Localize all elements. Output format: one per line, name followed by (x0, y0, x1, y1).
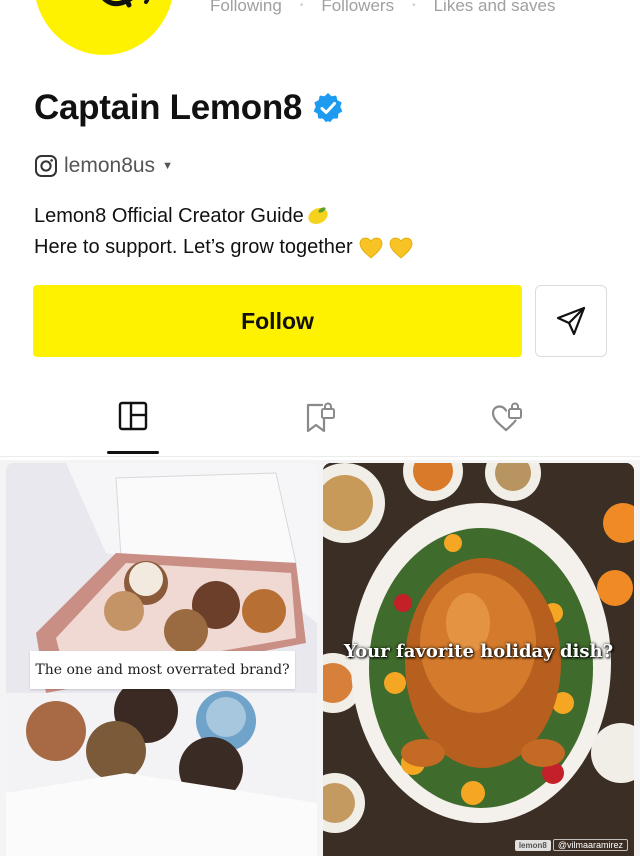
bio-line-1: Lemon8 Official Creator Guide (34, 205, 304, 227)
active-tab-indicator (107, 451, 159, 454)
yellow-heart-icon (389, 237, 413, 259)
stat-separator: • (412, 0, 416, 11)
lemon8-watermark-logo: lemon8 (514, 839, 551, 851)
profile-name-row: Captain Lemon8 (34, 88, 344, 128)
posts-grid: The one and most overrated brand? Your f… (0, 460, 640, 856)
avatar[interactable] (34, 0, 174, 55)
follow-button[interactable]: Follow (33, 285, 522, 357)
tab-posts[interactable] (103, 395, 163, 451)
handle-text: lemon8us (64, 154, 156, 177)
bio-line-2: Here to support. Let’s grow together (34, 236, 353, 258)
post-caption: Your favorite holiday dish? (343, 641, 614, 662)
post-card[interactable]: The one and most overrated brand? (6, 463, 317, 856)
send-icon (556, 306, 586, 336)
profile-tabs (0, 395, 640, 457)
caret-down-icon: ▼ (162, 160, 173, 172)
following-stat[interactable]: Following (210, 0, 282, 16)
profile-name: Captain Lemon8 (34, 88, 303, 127)
tab-saved[interactable] (290, 395, 350, 451)
instagram-icon (35, 155, 57, 177)
verified-badge-icon (313, 93, 343, 123)
followers-stat[interactable]: Followers (321, 0, 394, 16)
instagram-handle[interactable]: lemon8us ▼ (34, 154, 173, 178)
likes-stat[interactable]: Likes and saves (434, 0, 556, 16)
profile-stats: Following • Followers • Likes and saves (210, 0, 556, 16)
post-caption: The one and most overrated brand? (30, 651, 295, 689)
yellow-heart-icon (359, 237, 383, 259)
locked-bookmark-icon (306, 402, 335, 433)
profile-header: Following • Followers • Likes and saves (0, 0, 640, 60)
grid-icon (118, 401, 148, 431)
post-watermark: lemon8 @vilmaaramirez (514, 839, 628, 851)
lemon-emoji-icon (308, 206, 328, 224)
profile-bio: Lemon8 Official Creator Guide Here to su… (34, 201, 413, 263)
share-button[interactable] (535, 285, 607, 357)
locked-heart-icon (491, 402, 522, 432)
post-card[interactable]: Your favorite holiday dish? lemon8 @vilm… (323, 463, 634, 856)
tab-liked[interactable] (477, 395, 537, 451)
stat-separator: • (299, 0, 304, 11)
watermark-username: @vilmaaramirez (552, 839, 628, 851)
